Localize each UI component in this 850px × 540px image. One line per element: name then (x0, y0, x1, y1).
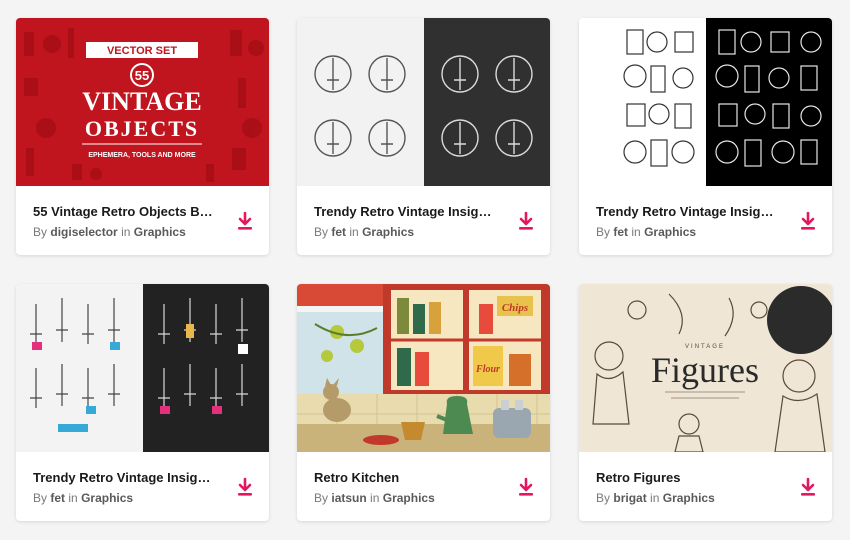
download-icon[interactable] (235, 477, 255, 497)
item-card[interactable]: Chips Flour Retro Kitchen By iatsun in G… (297, 284, 550, 521)
author-link[interactable]: digiselector (50, 225, 117, 239)
download-icon[interactable] (516, 477, 536, 497)
item-byline: By iatsun in Graphics (314, 491, 435, 505)
author-link[interactable]: fet (613, 225, 628, 239)
item-thumbnail[interactable]: Chips Flour (297, 284, 550, 452)
banner-text: VECTOR SET (107, 45, 177, 57)
item-byline: By brigat in Graphics (596, 491, 715, 505)
item-thumbnail[interactable] (297, 18, 550, 186)
item-thumbnail[interactable] (579, 18, 832, 186)
item-title[interactable]: Trendy Retro Vintage Insignias (596, 204, 776, 219)
chips-box-label: Chips (502, 302, 528, 314)
tagline-text: EPHEMERA, TOOLS AND MORE (88, 152, 196, 159)
figures-headline: Figures (651, 350, 759, 390)
category-link[interactable]: Graphics (644, 225, 696, 239)
item-title[interactable]: 55 Vintage Retro Objects Bundle (33, 204, 213, 219)
item-thumbnail[interactable] (16, 284, 269, 452)
item-title[interactable]: Trendy Retro Vintage Insignias (33, 470, 213, 485)
download-icon[interactable] (235, 211, 255, 231)
item-card[interactable]: Trendy Retro Vintage Insignias By fet in… (16, 284, 269, 521)
item-thumbnail[interactable]: VINTAGE Figures (579, 284, 832, 452)
author-link[interactable]: brigat (613, 491, 646, 505)
author-link[interactable]: iatsun (331, 491, 366, 505)
item-byline: By fet in Graphics (33, 491, 134, 505)
author-link[interactable]: fet (50, 491, 65, 505)
item-title[interactable]: Trendy Retro Vintage Insignias (314, 204, 494, 219)
category-link[interactable]: Graphics (663, 491, 715, 505)
download-icon[interactable] (516, 211, 536, 231)
download-icon[interactable] (798, 211, 818, 231)
category-link[interactable]: Graphics (362, 225, 414, 239)
category-link[interactable]: Graphics (81, 491, 133, 505)
number-text: 55 (135, 68, 149, 83)
item-card[interactable]: Trendy Retro Vintage Insignias By fet in… (579, 18, 832, 255)
headline-line2: OBJECTS (85, 116, 199, 141)
item-card[interactable]: VECTOR SET 55 VINTAGE OBJECTS EPHEMERA, … (16, 18, 269, 255)
category-link[interactable]: Graphics (134, 225, 186, 239)
item-title[interactable]: Retro Figures (596, 470, 776, 485)
item-title[interactable]: Retro Kitchen (314, 470, 494, 485)
flour-jar-label: Flour (475, 364, 500, 375)
item-thumbnail[interactable]: VECTOR SET 55 VINTAGE OBJECTS EPHEMERA, … (16, 18, 269, 186)
author-link[interactable]: fet (331, 225, 346, 239)
download-icon[interactable] (798, 477, 818, 497)
item-byline: By fet in Graphics (596, 225, 697, 239)
category-link[interactable]: Graphics (383, 491, 435, 505)
headline-line1: VINTAGE (82, 87, 201, 116)
item-card[interactable]: Trendy Retro Vintage Insignias By fet in… (297, 18, 550, 255)
item-card[interactable]: VINTAGE Figures Retro Figures By brigat … (579, 284, 832, 521)
item-byline: By digiselector in Graphics (33, 225, 186, 239)
item-byline: By fet in Graphics (314, 225, 415, 239)
